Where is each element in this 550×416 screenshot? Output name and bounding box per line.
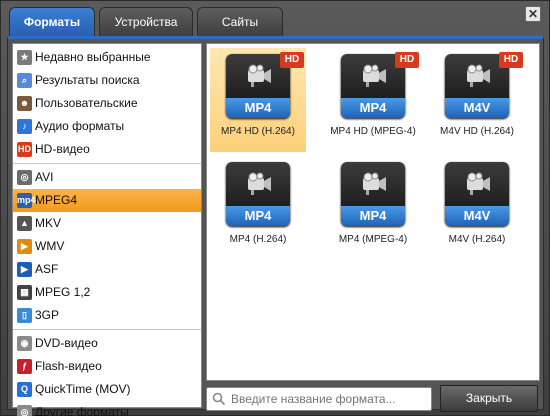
tab-formats[interactable]: Форматы	[9, 7, 95, 36]
sidebar-item-avi[interactable]: ◎ AVI	[13, 166, 201, 189]
category-group: ◎ AVI mp4 MPEG4 ▲ MKV ▶ WMV ▶ ASF ▦ MPEG 1,2 ▯ 3GP	[13, 164, 201, 330]
format-tile[interactable]: MP4 HD MP4 HD (MPEG-4)	[325, 48, 421, 152]
dvd-icon: ◉	[17, 336, 32, 351]
sidebar-item-other-formats[interactable]: ◎ Другие форматы	[13, 401, 201, 416]
sidebar-item-search-results[interactable]: ⌕ Результаты поиска	[13, 69, 201, 92]
sidebar-item-user[interactable]: ☻ Пользовательские	[13, 92, 201, 115]
camera-glyph	[363, 172, 386, 195]
format-badge: MP4	[341, 98, 405, 118]
video-camera-icon: M4V	[445, 162, 509, 226]
camera-glyph	[467, 64, 490, 87]
format-badge: M4V	[445, 206, 509, 226]
format-badge: M4V	[445, 98, 509, 118]
format-tile[interactable]: MP4 MP4 (MPEG-4)	[325, 156, 421, 260]
sidebar-item-label: Недавно выбранные	[35, 50, 151, 64]
search-box	[206, 387, 432, 411]
sidebar-item-dvd[interactable]: ◉ DVD-видео	[13, 332, 201, 355]
quicktime-icon: Q	[17, 382, 32, 397]
format-tile[interactable]: MP4 HD MP4 HD (H.264)	[210, 48, 306, 152]
format-label: MP4 HD (MPEG-4)	[330, 126, 416, 137]
sidebar-item-wmv[interactable]: ▶ WMV	[13, 235, 201, 258]
user-icon: ☻	[17, 96, 32, 111]
camera-glyph	[248, 172, 271, 195]
sidebar-item-label: DVD-видео	[35, 336, 98, 350]
category-group: ◉ DVD-видео ƒ Flash-видео Q QuickTime (MOV) ◎ Д…	[13, 330, 201, 416]
wmv-icon: ▶	[17, 239, 32, 254]
search-icon	[212, 392, 226, 406]
hd-icon: HD	[17, 142, 32, 157]
sidebar-item-label: MPEG 1,2	[35, 285, 91, 299]
sidebar-item-label: ASF	[35, 262, 59, 276]
sidebar-item-label: Flash-видео	[35, 359, 102, 373]
sidebar-item-mp4[interactable]: mp4 MPEG4	[13, 189, 201, 212]
flash-icon: ƒ	[17, 359, 32, 374]
mpeg-icon: ▦	[17, 285, 32, 300]
sidebar-item-hd[interactable]: HD HD-видео	[13, 138, 201, 161]
camera-glyph	[467, 172, 490, 195]
sidebar-item-mkv[interactable]: ▲ MKV	[13, 212, 201, 235]
tab-devices[interactable]: Устройства	[99, 7, 193, 36]
format-tile[interactable]: M4V HD M4V HD (H.264)	[429, 48, 525, 152]
format-label: M4V (H.264)	[448, 234, 506, 245]
sidebar-item-label: Результаты поиска	[35, 73, 140, 87]
sidebar-item-label: AVI	[35, 170, 54, 184]
format-label: MP4 HD (H.264)	[221, 126, 295, 137]
sidebar-item-label: QuickTime (MOV)	[35, 382, 131, 396]
3gp-icon: ▯	[17, 308, 32, 323]
sidebar-item-music-note[interactable]: ♪ Аудио форматы	[13, 115, 201, 138]
format-tile[interactable]: M4V M4V (H.264)	[429, 156, 525, 260]
close-button[interactable]: Закрыть	[440, 385, 538, 412]
sidebar-item-label: Пользовательские	[35, 96, 138, 110]
category-sidebar: ★ Недавно выбранные ⌕ Результаты поиска ☻ Пол…	[12, 43, 202, 416]
sidebar-item-recent[interactable]: ★ Недавно выбранные	[13, 46, 201, 69]
camera-glyph	[248, 64, 271, 87]
format-picker-window: Форматы Устройства Сайты ✕ ★ Недавно выбр…	[0, 0, 550, 416]
hd-badge: HD	[280, 52, 304, 68]
sidebar-item-label: Другие форматы	[35, 405, 129, 416]
mp4-icon: mp4	[17, 193, 36, 208]
main-panel: ★ Недавно выбранные ⌕ Результаты поиска ☻ Пол…	[7, 36, 544, 416]
format-grid: MP4 HD MP4 HD (H.264) MP4 HD MP4 HD (MPEG-4) M…	[206, 43, 540, 381]
sidebar-item-label: HD-видео	[35, 142, 90, 156]
camera-glyph	[363, 64, 386, 87]
format-label: MP4 (H.264)	[229, 234, 287, 245]
video-camera-icon: MP4	[341, 162, 405, 226]
sidebar-item-label: 3GP	[35, 308, 60, 322]
sidebar-item-label: WMV	[35, 239, 65, 253]
music-note-icon: ♪	[17, 119, 32, 134]
mkv-icon: ▲	[17, 216, 32, 231]
sidebar-item-3gp[interactable]: ▯ 3GP	[13, 304, 201, 327]
hd-badge: HD	[499, 52, 523, 68]
format-badge: MP4	[341, 206, 405, 226]
sidebar-item-mpeg[interactable]: ▦ MPEG 1,2	[13, 281, 201, 304]
sidebar-item-quicktime[interactable]: Q QuickTime (MOV)	[13, 378, 201, 401]
format-badge: MP4	[226, 98, 290, 118]
sidebar-item-label: MKV	[35, 216, 62, 230]
format-label: M4V HD (H.264)	[440, 126, 514, 137]
format-tile[interactable]: MP4 MP4 (H.264)	[210, 156, 306, 260]
avi-icon: ◎	[17, 170, 32, 185]
category-group: ★ Недавно выбранные ⌕ Результаты поиска ☻ Пол…	[13, 44, 201, 164]
video-camera-icon: MP4	[226, 162, 290, 226]
sidebar-item-flash[interactable]: ƒ Flash-видео	[13, 355, 201, 378]
format-label: MP4 (MPEG-4)	[338, 234, 408, 245]
search-results-icon: ⌕	[17, 73, 32, 88]
asf-icon: ▶	[17, 262, 32, 277]
close-icon[interactable]: ✕	[525, 6, 541, 22]
recent-icon: ★	[17, 50, 32, 65]
format-badge: MP4	[226, 206, 290, 226]
sidebar-item-label: MPEG4	[35, 193, 78, 207]
tab-sites[interactable]: Сайты	[197, 7, 283, 36]
other-formats-icon: ◎	[17, 405, 32, 416]
sidebar-item-asf[interactable]: ▶ ASF	[13, 258, 201, 281]
hd-badge: HD	[395, 52, 419, 68]
sidebar-item-label: Аудио форматы	[35, 119, 125, 133]
search-input[interactable]	[231, 390, 429, 408]
